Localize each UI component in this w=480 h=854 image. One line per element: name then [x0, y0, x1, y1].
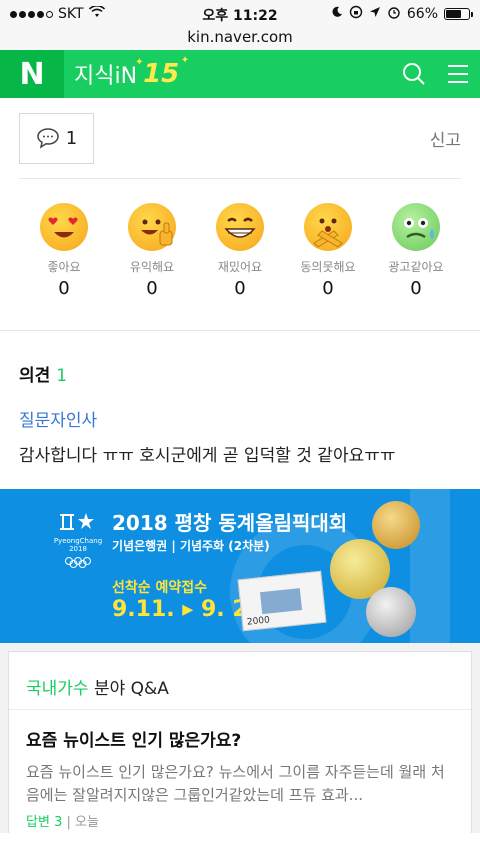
qa-question: 요즘 뉴이스트 인기 많은가요?: [26, 731, 242, 751]
opinion-title: 의견 1: [19, 361, 461, 386]
battery-icon: [444, 8, 473, 20]
reaction-label: 유익해요: [129, 260, 175, 274]
anniversary-badge-text: 15: [143, 59, 180, 89]
heart-eyes-emoji-icon: [40, 203, 88, 251]
reaction-count: 0: [58, 278, 70, 299]
crossed-arms-emoji-icon: [304, 203, 352, 251]
search-button[interactable]: [392, 50, 436, 98]
reaction-label: 광고같아요: [388, 260, 444, 274]
report-button[interactable]: 신고: [430, 126, 461, 151]
reaction-label: 동의못해요: [300, 260, 356, 274]
reaction-like[interactable]: 좋아요 0: [26, 203, 102, 330]
sparkle-icon: ✦: [180, 55, 190, 66]
qa-card: 국내가수 분야 Q&A 요즘 뉴이스트 인기 많은가요? 요즘 뉴이스트 인기 …: [8, 651, 472, 833]
qa-section: 국내가수 분야 Q&A 요즘 뉴이스트 인기 많은가요? 요즘 뉴이스트 인기 …: [0, 643, 480, 833]
reaction-funny[interactable]: 재밌어요 0: [202, 203, 278, 330]
banner-subtitle: 기념은행권 | 기념주화 (2차분): [112, 539, 270, 553]
speech-bubble-icon: [37, 128, 59, 149]
opinion-count: 1: [56, 366, 68, 386]
qa-meta: 답변 3 | 오늘: [26, 815, 99, 830]
reaction-count: 0: [234, 278, 246, 299]
reaction-label: 좋아요: [47, 260, 81, 274]
qa-category-header[interactable]: 국내가수 분야 Q&A: [9, 652, 471, 710]
reaction-bar: 좋아요 0 유익해요 0 재밌어요 0 동의못해요 0 광고같아요 0: [0, 179, 480, 331]
olympic-emblem-icon: [60, 513, 94, 530]
opinion-author[interactable]: 질문자인사: [19, 406, 461, 431]
reaction-count: 0: [146, 278, 158, 299]
qa-item[interactable]: 요즘 뉴이스트 인기 많은가요? 요즘 뉴이스트 인기 많은가요? 뉴스에서 그…: [9, 710, 471, 830]
wifi-icon: [88, 5, 105, 22]
reaction-useful[interactable]: 유익해요 0: [114, 203, 190, 330]
location-icon: [369, 6, 381, 22]
opinion-title-label: 의견: [19, 366, 51, 386]
menu-button[interactable]: [436, 50, 480, 98]
opinion-section: 의견 1 질문자인사 감사합니다 ㅠㅠ 호시군에게 곧 입덕할 것 같아요ㅠㅠ: [0, 331, 480, 489]
pyeongchang-logo-text: PyeongChang 2018: [53, 537, 103, 553]
banknote-value: 2000: [246, 615, 271, 628]
opinion-text: 감사합니다 ㅠㅠ 호시군에게 곧 입덕할 것 같아요ㅠㅠ: [19, 446, 396, 466]
address-bar[interactable]: kin.naver.com: [0, 28, 480, 46]
answer-count: 3: [54, 815, 63, 830]
pyeongchang-logo: PyeongChang 2018: [48, 509, 108, 572]
banknote-image: 2000: [237, 570, 327, 632]
comment-button[interactable]: 1: [19, 112, 94, 164]
app-header: N 지식iN 15 ✦ ✦: [0, 50, 480, 98]
olympic-rings-icon: [65, 557, 91, 568]
comment-row: 1 신고: [0, 98, 480, 178]
battery-percent: 66%: [406, 6, 438, 22]
app-title[interactable]: 지식iN: [74, 58, 137, 90]
qa-time: 오늘: [75, 815, 99, 830]
reaction-label: 재밌어요: [217, 260, 263, 274]
banner-preorder: 선착순 예약접수: [112, 580, 208, 596]
reaction-disagree[interactable]: 동의못해요 0: [290, 203, 366, 330]
naver-logo-letter: N: [19, 56, 45, 92]
reaction-count: 0: [322, 278, 334, 299]
banner-title: 2018 평창 동계올림픽대회: [112, 511, 348, 535]
alarm-icon: [387, 5, 401, 23]
qa-category-suffix: 분야 Q&A: [93, 679, 169, 699]
silver-coin-image: [366, 587, 416, 637]
status-bar: SKT 오후 11:22 66% kin.naver.com: [0, 0, 480, 50]
search-icon: [403, 63, 425, 85]
rotation-lock-icon: [349, 5, 363, 23]
thumbs-up-emoji-icon: [128, 203, 176, 251]
hamburger-icon: [448, 65, 468, 83]
sick-emoji-icon: [392, 203, 440, 251]
signal-icon: [10, 10, 53, 18]
reaction-ad[interactable]: 광고같아요 0: [378, 203, 454, 330]
comment-count: 1: [65, 127, 78, 149]
moon-icon: [331, 6, 343, 22]
carrier-label: SKT: [58, 6, 84, 22]
naver-logo[interactable]: N: [0, 50, 64, 98]
qa-description: 요즘 뉴이스트 인기 많은가요? 뉴스에서 그이름 자주듣는데 월래 처음에는 …: [26, 763, 445, 804]
sparkle-icon: ✦: [135, 57, 144, 68]
gold-coin-image: [372, 501, 420, 549]
anniversary-badge: 15 ✦ ✦: [135, 55, 189, 89]
answer-label: 답변: [26, 815, 50, 830]
ad-banner[interactable]: PyeongChang 2018 2018 평창 동계올림픽대회 기념은행권 |…: [0, 489, 480, 643]
reaction-count: 0: [410, 278, 422, 299]
grinning-emoji-icon: [216, 203, 264, 251]
qa-category: 국내가수: [26, 679, 89, 699]
